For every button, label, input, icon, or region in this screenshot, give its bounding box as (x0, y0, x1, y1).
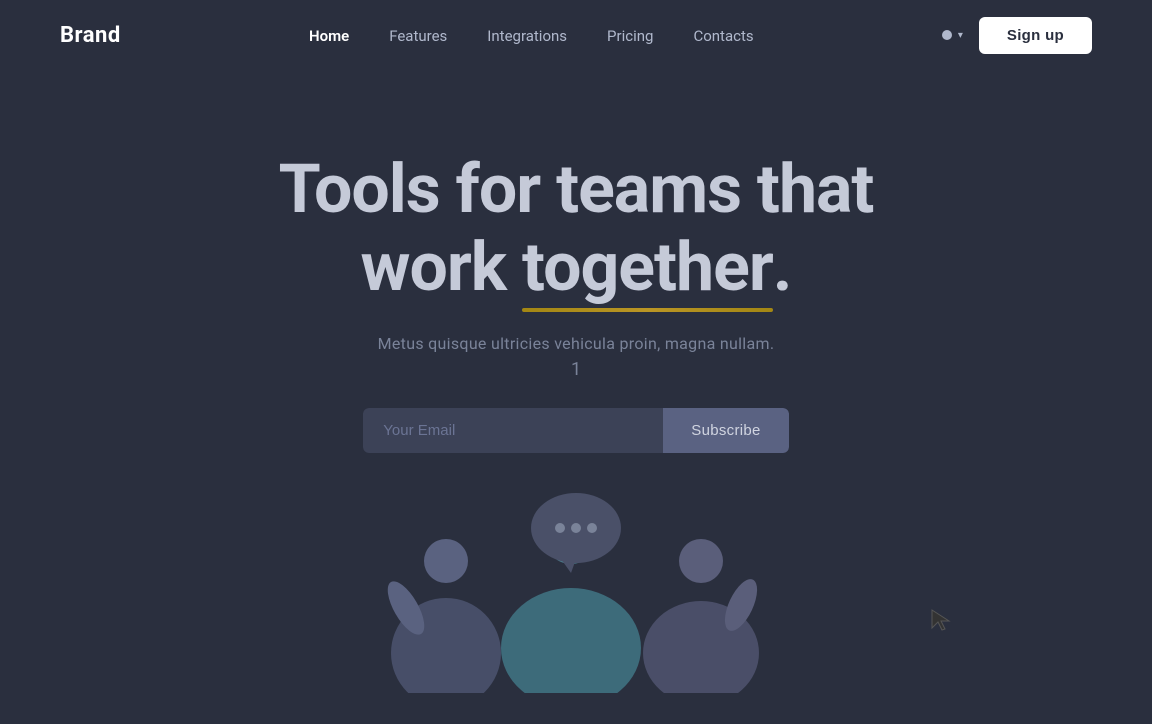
chevron-down-icon: ▾ (958, 30, 963, 41)
nav-link-features[interactable]: Features (389, 27, 447, 45)
hero-counter: 1 (571, 359, 581, 380)
hero-title-highlight: together (522, 228, 773, 306)
hero-title-line2: work together. (361, 227, 792, 307)
language-selector[interactable]: ▾ (942, 30, 963, 41)
bubble-dot-2 (571, 523, 581, 533)
hero-title-line1: Tools for teams that (279, 149, 874, 229)
illustration-section (0, 493, 1152, 693)
nav-item-integrations[interactable]: Integrations (487, 26, 567, 45)
person-right (631, 533, 771, 693)
nav-item-pricing[interactable]: Pricing (607, 26, 653, 45)
subscribe-button[interactable]: Subscribe (663, 408, 788, 453)
nav-link-integrations[interactable]: Integrations (487, 27, 567, 45)
dot-indicator (942, 30, 952, 40)
brand-logo: Brand (60, 23, 121, 48)
nav-item-features[interactable]: Features (389, 26, 447, 45)
hero-title-plain: work (361, 227, 522, 307)
nav-links: Home Features Integrations Pricing Conta… (309, 26, 754, 45)
nav-item-home[interactable]: Home (309, 26, 349, 45)
bubble-dot-1 (555, 523, 565, 533)
signup-button[interactable]: Sign up (979, 17, 1092, 54)
cursor-icon (930, 608, 952, 640)
hero-section: Tools for teams that work together. Metu… (0, 70, 1152, 453)
nav-item-contacts[interactable]: Contacts (693, 26, 753, 45)
subscribe-form: Subscribe (363, 408, 788, 453)
hero-title-end: . (773, 227, 792, 307)
navbar: Brand Home Features Integrations Pricing… (0, 0, 1152, 70)
hero-subtitle: Metus quisque ultricies vehicula proin, … (378, 334, 775, 353)
email-input[interactable] (363, 408, 663, 453)
hero-title: Tools for teams that work together. (279, 150, 874, 306)
bubble-dot-3 (587, 523, 597, 533)
chat-bubble (531, 493, 621, 563)
nav-link-contacts[interactable]: Contacts (693, 27, 753, 45)
nav-link-home[interactable]: Home (309, 27, 349, 45)
nav-link-pricing[interactable]: Pricing (607, 27, 653, 45)
nav-right: ▾ Sign up (942, 17, 1092, 54)
